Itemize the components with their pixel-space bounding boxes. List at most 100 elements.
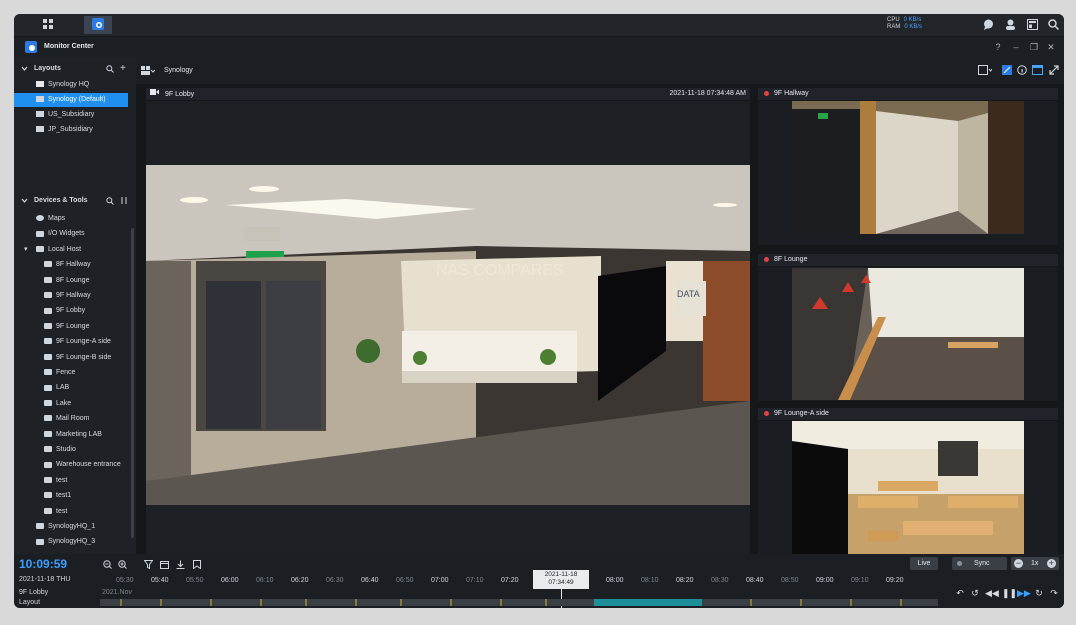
camera-tile-header-9f-hallway[interactable]: 9F Hallway [758,88,1058,100]
camera-tile-header-9f-lounge-a[interactable]: 9F Lounge-A side [758,408,1058,420]
resource-monitor[interactable]: CPU 0 KB/s RAM 0 KB/s [887,17,922,31]
device-item[interactable]: ▾ Local Host [14,243,156,257]
camera-view-9f-lounge-a[interactable] [758,421,1058,554]
device-item-label: LAB [56,384,70,392]
event-marker[interactable] [400,599,402,606]
widgets-button[interactable] [1024,17,1040,33]
event-marker[interactable] [900,599,902,606]
recording-indicator-icon [764,410,769,416]
pause-icon[interactable]: ❚❚ [1002,587,1017,599]
fullscreen-icon[interactable] [1049,65,1059,77]
calendar-icon[interactable] [160,560,169,571]
timeline-tick-label: 09:00 [816,577,834,584]
cursor-time: 07:34:49 [548,579,574,586]
layout-item[interactable]: Synology (Default) [14,93,128,107]
speed-increase-icon[interactable]: + [1047,559,1056,568]
event-marker[interactable] [260,599,262,606]
live-view-area: Synology 9F Lobby 2021-11-18 07:34:48 AM [136,58,1064,554]
event-marker[interactable] [210,599,212,606]
event-marker[interactable] [120,599,122,606]
layout-item[interactable]: JP_Subsidiary [14,123,134,137]
fast-forward-icon[interactable]: ▶▶ [1017,587,1031,599]
server-icon [36,523,44,530]
previous-event-icon[interactable]: ↶ [954,587,966,599]
devices-section-header[interactable]: Devices & Tools [14,194,134,208]
event-marker[interactable] [160,599,162,606]
user-icon [1005,19,1016,32]
device-item[interactable]: Maps [14,212,156,226]
rewind-icon[interactable]: ◀◀ [985,587,999,599]
live-button[interactable]: Live [910,557,938,570]
snapshot-icon[interactable] [1002,65,1012,77]
search-button[interactable] [1045,17,1061,33]
layout-icon [36,96,44,103]
camera-timestamp: 2021-11-18 07:34:48 AM [669,90,746,97]
row-camera-label: 9F Lobby [19,589,49,596]
event-marker[interactable] [800,599,802,606]
event-marker[interactable] [450,599,452,606]
device-item[interactable]: SynologyHQ_3 [14,535,156,549]
speed-control[interactable]: − 1x + [1011,557,1059,570]
camera-tile-header-8f-lounge[interactable]: 8F Lounge [758,254,1058,266]
camera-icon [44,476,52,483]
download-icon[interactable] [176,560,185,571]
timeline-tick-label: 05:50 [186,577,204,584]
help-button[interactable]: ? [992,42,1004,52]
minimize-button[interactable]: – [1010,42,1022,52]
monitor-center-taskbar-button[interactable] [84,16,112,34]
device-item-label: 9F Lobby [56,307,86,315]
camera-tile-header-lobby[interactable]: 9F Lobby 2021-11-18 07:34:48 AM [146,88,750,100]
layout-item[interactable]: US_Subsidiary [14,108,134,122]
recording-track[interactable] [100,599,938,606]
event-marker[interactable] [750,599,752,606]
window-icon[interactable] [1032,65,1043,77]
timeline-tick-label: 08:10 [641,577,659,584]
chat-button[interactable] [980,17,996,33]
event-marker[interactable] [850,599,852,606]
event-marker[interactable] [545,599,547,606]
speed-decrease-icon[interactable]: − [1014,559,1023,568]
close-button[interactable]: ✕ [1045,42,1057,52]
zoom-in-icon[interactable] [118,560,127,571]
search-icon[interactable] [106,65,114,75]
sort-icon[interactable] [120,196,128,207]
device-item[interactable]: I/O Widgets [14,227,156,241]
chevron-down-icon[interactable]: ▾ [24,243,28,257]
device-item[interactable]: SynologyHQ_1 [14,520,156,534]
folder-icon [44,507,52,514]
zoom-out-icon[interactable] [103,560,112,571]
filter-icon[interactable] [143,560,154,571]
camera-icon [44,353,52,360]
info-icon[interactable] [1017,65,1027,77]
add-layout-icon[interactable]: + [120,63,126,74]
event-marker[interactable] [305,599,307,606]
timeline-tick-label: 08:30 [711,577,729,584]
sidebar-scrollbar[interactable] [131,228,134,538]
layout-item[interactable]: Synology HQ [14,78,134,92]
search-icon [1047,18,1059,32]
layout-name: Synology [164,67,193,74]
bookmark-icon[interactable] [193,560,201,571]
timeline-tick-label: 06:20 [291,577,309,584]
next-event-icon[interactable]: ↷ [1048,587,1060,599]
camera-view-8f-lounge[interactable] [758,267,1058,401]
camera-icon [44,369,52,376]
timeline-cursor[interactable]: 2021-11-18 07:34:49 [533,570,589,589]
layout-switcher-icon[interactable] [141,66,156,77]
recording-segment[interactable] [594,599,702,606]
hallway-video-frame [792,101,1024,234]
camera-view-lobby[interactable]: DATA NAS COMPARES [146,101,750,554]
camera-view-9f-hallway[interactable] [758,101,1058,245]
sync-button[interactable]: Sync [952,557,1007,570]
event-marker[interactable] [355,599,357,606]
edit-layout-icon[interactable] [978,65,993,77]
main-menu-button[interactable] [34,16,62,34]
rewind-10-icon[interactable]: ↺ [969,587,981,599]
forward-10-icon[interactable]: ↻ [1033,587,1045,599]
restore-button[interactable]: ❐ [1028,42,1040,52]
search-icon[interactable] [106,197,114,207]
layouts-section-header[interactable]: Layouts + [14,62,134,76]
event-marker[interactable] [500,599,502,606]
user-button[interactable] [1002,17,1018,33]
sync-label: Sync [974,560,990,567]
